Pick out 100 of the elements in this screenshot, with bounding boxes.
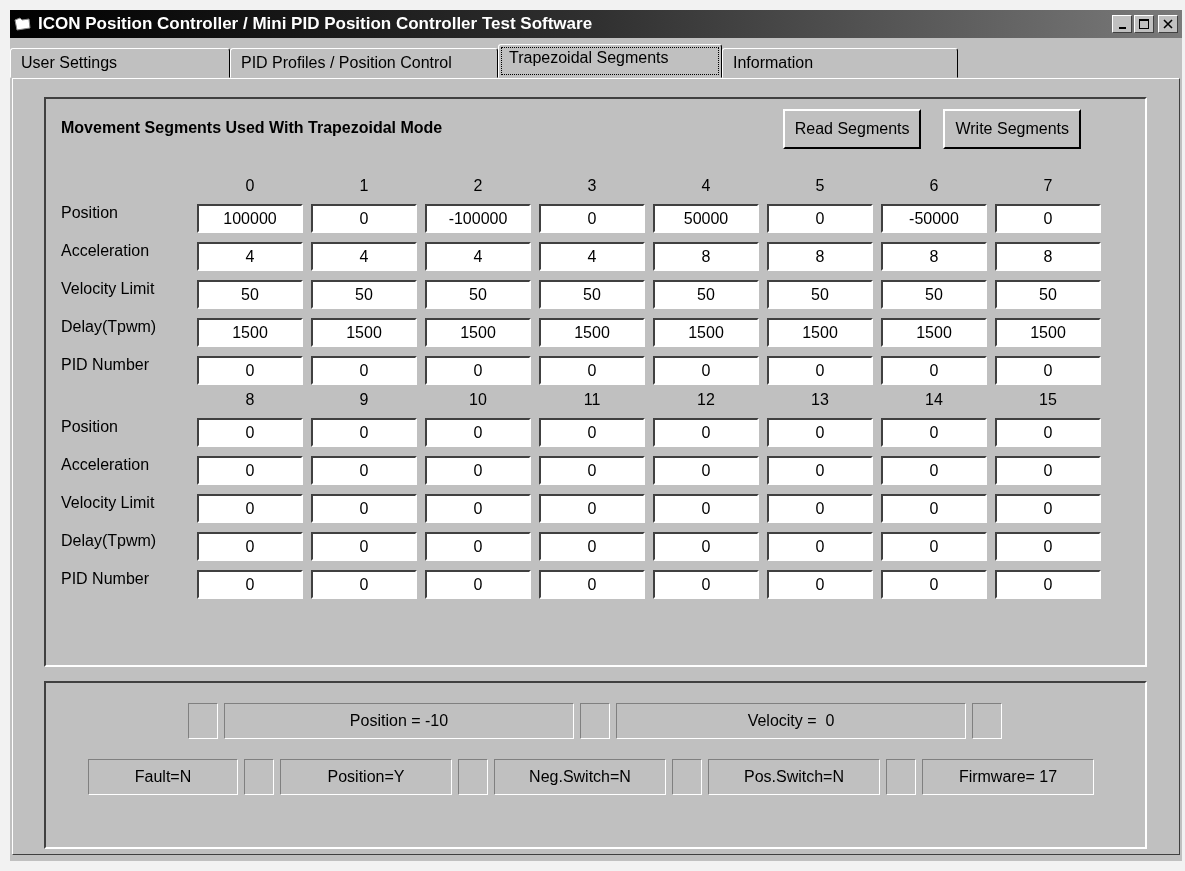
- input-field[interactable]: 1500: [653, 318, 759, 347]
- tab[interactable]: User Settings: [10, 48, 230, 78]
- input-field[interactable]: 50: [881, 280, 987, 309]
- input-field[interactable]: 0: [881, 418, 987, 447]
- input-field[interactable]: 0: [653, 418, 759, 447]
- column-header: 8: [244, 391, 256, 409]
- input-field[interactable]: 0: [197, 570, 303, 599]
- column-header: 3: [586, 177, 598, 195]
- minimize-button[interactable]: [1112, 15, 1132, 33]
- column-header: 2: [472, 177, 484, 195]
- input-field[interactable]: 0: [311, 204, 417, 233]
- input-field[interactable]: 100000: [197, 204, 303, 233]
- input-field[interactable]: 0: [539, 356, 645, 385]
- input-field[interactable]: 1500: [197, 318, 303, 347]
- input-field[interactable]: 0: [197, 418, 303, 447]
- input-field[interactable]: 0: [767, 570, 873, 599]
- input-field[interactable]: -100000: [425, 204, 531, 233]
- input-field[interactable]: 0: [539, 456, 645, 485]
- input-field[interactable]: 8: [881, 242, 987, 271]
- input-field[interactable]: 0: [653, 494, 759, 523]
- input-field[interactable]: 0: [653, 456, 759, 485]
- input-field[interactable]: 0: [767, 494, 873, 523]
- input-field[interactable]: 0: [767, 356, 873, 385]
- input-field[interactable]: 0: [197, 356, 303, 385]
- input-field[interactable]: 0: [881, 532, 987, 561]
- input-field[interactable]: 1500: [311, 318, 417, 347]
- input-field[interactable]: 50000: [653, 204, 759, 233]
- input-field[interactable]: 0: [995, 456, 1101, 485]
- input-field[interactable]: 1500: [767, 318, 873, 347]
- status-readout: Velocity = 0: [616, 703, 966, 739]
- input-field[interactable]: 50: [995, 280, 1101, 309]
- input-field[interactable]: 0: [197, 494, 303, 523]
- input-field[interactable]: 8: [767, 242, 873, 271]
- input-field[interactable]: -50000: [881, 204, 987, 233]
- input-field[interactable]: 50: [311, 280, 417, 309]
- input-field[interactable]: 0: [311, 456, 417, 485]
- input-field[interactable]: 0: [995, 494, 1101, 523]
- tab[interactable]: PID Profiles / Position Control: [230, 48, 498, 78]
- input-field[interactable]: 0: [767, 204, 873, 233]
- input-field[interactable]: 0: [881, 456, 987, 485]
- input-field[interactable]: 0: [995, 570, 1101, 599]
- input-field[interactable]: 50: [653, 280, 759, 309]
- row-label: Delay(Tpwm): [61, 532, 158, 550]
- input-field[interactable]: 0: [197, 456, 303, 485]
- input-field[interactable]: 0: [539, 494, 645, 523]
- input-field[interactable]: 0: [995, 356, 1101, 385]
- input-field[interactable]: 0: [425, 532, 531, 561]
- input-field[interactable]: 50: [539, 280, 645, 309]
- input-field[interactable]: 0: [311, 570, 417, 599]
- minimize-icon: [1118, 27, 1126, 29]
- input-field[interactable]: 0: [881, 356, 987, 385]
- input-field[interactable]: 50: [767, 280, 873, 309]
- input-field[interactable]: 4: [425, 242, 531, 271]
- input-field[interactable]: 4: [197, 242, 303, 271]
- input-field[interactable]: 0: [311, 356, 417, 385]
- input-field[interactable]: 0: [539, 570, 645, 599]
- input-field[interactable]: 8: [653, 242, 759, 271]
- input-field[interactable]: 0: [539, 204, 645, 233]
- input-field[interactable]: 0: [425, 570, 531, 599]
- input-field[interactable]: 0: [995, 204, 1101, 233]
- input-field[interactable]: 0: [425, 494, 531, 523]
- input-field[interactable]: 1500: [539, 318, 645, 347]
- input-field[interactable]: 0: [767, 418, 873, 447]
- input-field[interactable]: 4: [539, 242, 645, 271]
- input-field[interactable]: 0: [539, 418, 645, 447]
- action-button[interactable]: Read Segments: [782, 109, 922, 149]
- input-field[interactable]: 0: [653, 356, 759, 385]
- input-field[interactable]: 0: [425, 456, 531, 485]
- input-field[interactable]: 0: [425, 418, 531, 447]
- input-field[interactable]: 0: [653, 570, 759, 599]
- input-field[interactable]: 0: [767, 456, 873, 485]
- action-button[interactable]: Write Segments: [943, 109, 1081, 149]
- input-field[interactable]: 0: [653, 532, 759, 561]
- input-field[interactable]: 0: [311, 532, 417, 561]
- section-title: Movement Segments Used With Trapezoidal Mode: [61, 118, 443, 137]
- input-field[interactable]: 0: [881, 494, 987, 523]
- input-field[interactable]: 0: [767, 532, 873, 561]
- row-label: Velocity Limit: [61, 494, 156, 512]
- row-label: Delay(Tpwm): [61, 318, 158, 336]
- input-field[interactable]: 0: [197, 532, 303, 561]
- input-field[interactable]: 0: [539, 532, 645, 561]
- input-field[interactable]: 0: [995, 532, 1101, 561]
- input-field[interactable]: 0: [995, 418, 1101, 447]
- input-field[interactable]: 0: [311, 494, 417, 523]
- tab[interactable]: Trapezoidal Segments: [498, 44, 722, 78]
- input-field[interactable]: 50: [197, 280, 303, 309]
- input-field[interactable]: 1500: [425, 318, 531, 347]
- close-button[interactable]: [1158, 15, 1178, 33]
- input-field[interactable]: 0: [311, 418, 417, 447]
- input-field[interactable]: 8: [995, 242, 1101, 271]
- input-field[interactable]: 0: [881, 570, 987, 599]
- input-field[interactable]: 1500: [995, 318, 1101, 347]
- input-field[interactable]: 50: [425, 280, 531, 309]
- input-field[interactable]: 1500: [881, 318, 987, 347]
- maximize-button[interactable]: [1134, 15, 1154, 33]
- column-header: 6: [928, 177, 940, 195]
- input-field[interactable]: 4: [311, 242, 417, 271]
- input-field[interactable]: 0: [425, 356, 531, 385]
- row-label: Position: [61, 204, 119, 222]
- tab[interactable]: Information: [722, 48, 958, 78]
